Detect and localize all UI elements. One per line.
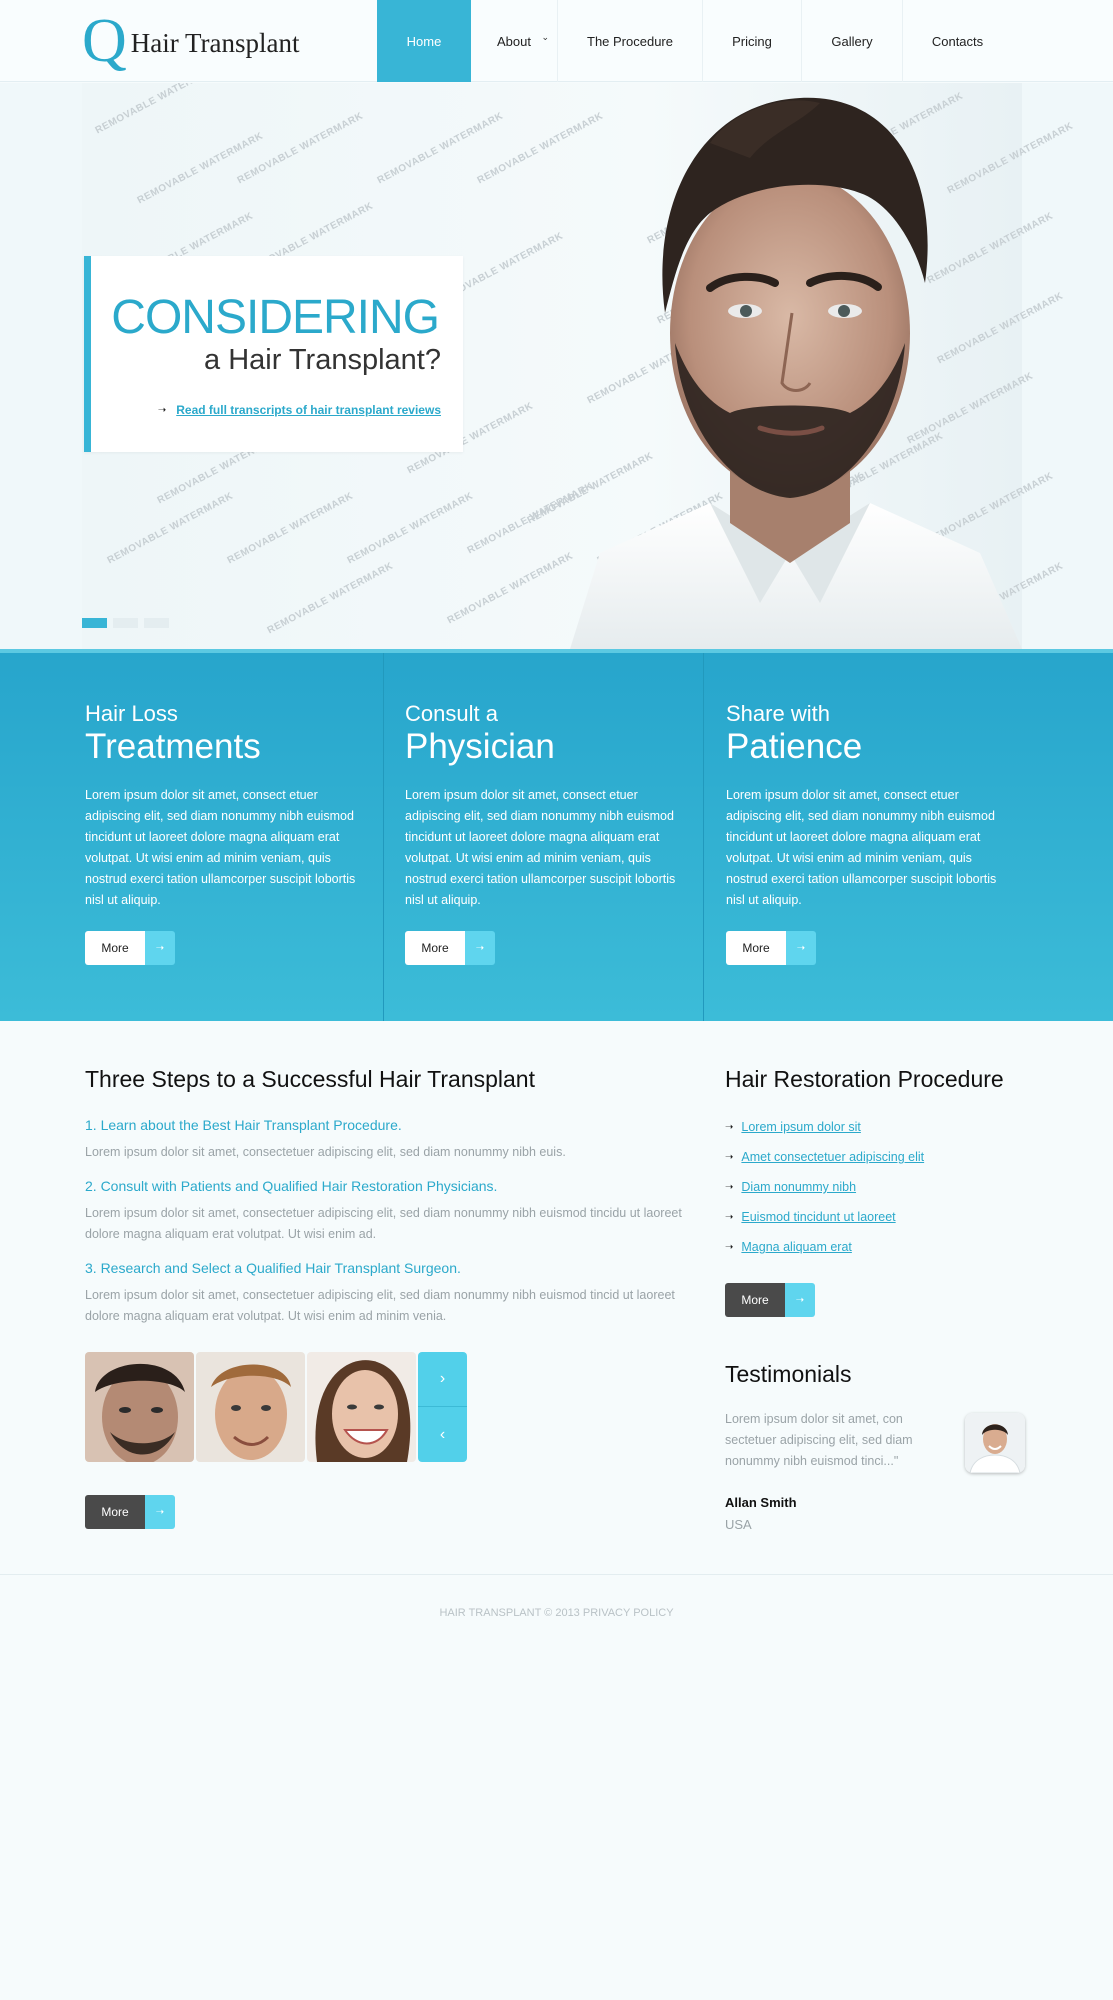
- site-logo[interactable]: Q Hair Transplant: [82, 10, 300, 72]
- nav-home[interactable]: Home: [377, 0, 471, 82]
- nav-procedure-label: The Procedure: [587, 33, 673, 49]
- step-3-text: Lorem ipsum dolor sit amet, consectetuer…: [85, 1288, 675, 1323]
- arrow-right-icon: ➝: [725, 1211, 734, 1223]
- arrow-right-icon: ➝: [725, 1121, 734, 1133]
- hero-caption: CONSIDERING a Hair Transplant? ➝ Read fu…: [84, 256, 463, 452]
- testimonial-quote: Lorem ipsum dolor sit amet, con sectetue…: [725, 1412, 913, 1468]
- list-item: ➝ Diam nonummy nibh: [725, 1172, 924, 1202]
- chevron-right-icon[interactable]: ›: [418, 1352, 467, 1407]
- slider-dot-1[interactable]: [82, 618, 107, 628]
- feature-patience: Share with Patience Lorem ipsum dolor si…: [703, 653, 1023, 1021]
- gallery-thumb-1[interactable]: [85, 1352, 194, 1462]
- button-label: More: [85, 1495, 145, 1529]
- nav-pricing-label: Pricing: [732, 33, 772, 49]
- nav-about-label: About: [497, 33, 531, 49]
- footer-divider: [0, 1574, 1113, 1575]
- list-item: ➝ Lorem ipsum dolor sit: [725, 1112, 924, 1142]
- slider-dot-2[interactable]: [113, 618, 138, 628]
- feature-small-title: Share with: [726, 701, 830, 726]
- arrow-right-icon: ➝: [145, 1495, 175, 1529]
- button-label: More: [726, 931, 786, 965]
- nav-contacts-label: Contacts: [931, 33, 984, 49]
- avatar: [965, 1413, 1025, 1473]
- feature-text: Lorem ipsum dolor sit amet, consect etue…: [405, 788, 676, 907]
- nav-home-label: Home: [406, 33, 442, 49]
- list-item: ➝ Magna aliquam erat: [725, 1232, 924, 1262]
- arrow-right-icon: ➝: [725, 1241, 734, 1253]
- procedure-title: Hair Restoration Procedure: [725, 1066, 1004, 1092]
- feature-text: Lorem ipsum dolor sit amet, consect etue…: [85, 788, 356, 907]
- hero-headline: CONSIDERING: [111, 291, 440, 344]
- procedure-links: ➝ Lorem ipsum dolor sit ➝ Amet consectet…: [725, 1112, 924, 1262]
- site-header: Q Hair Transplant Home About ⌄ The Proce…: [0, 0, 1113, 82]
- hero-portrait-image: [570, 97, 1022, 649]
- arrow-right-icon: ➝: [786, 931, 816, 965]
- hero-link-row: ➝ Read full transcripts of hair transpla…: [158, 403, 441, 417]
- step-1-title: 1. Learn about the Best Hair Transplant …: [85, 1117, 402, 1133]
- nav-procedure[interactable]: The Procedure: [558, 0, 703, 82]
- footer-copyright: HAIR TRANSPLANT © 2013 PRIVACY POLICY: [439, 1607, 674, 1619]
- feature-more-button[interactable]: More ➝: [405, 931, 495, 965]
- slider-pagination: [82, 618, 169, 628]
- steps-more-button[interactable]: More ➝: [85, 1495, 175, 1529]
- feature-big-title: Physician: [405, 727, 555, 766]
- gallery-thumbnails: [85, 1352, 416, 1462]
- procedure-link[interactable]: Magna aliquam erat: [741, 1240, 851, 1254]
- gallery-nav: › ‹: [418, 1352, 467, 1462]
- step-2-text: Lorem ipsum dolor sit amet, consectetuer…: [85, 1206, 682, 1241]
- nav-about[interactable]: About ⌄: [471, 0, 558, 82]
- slider-dot-3[interactable]: [144, 618, 169, 628]
- arrow-right-icon: ➝: [465, 931, 495, 965]
- hero-slider: REMOVABLE WATERMARK REMOVABLE WATERMARK …: [0, 83, 1113, 649]
- gallery-thumb-2[interactable]: [196, 1352, 305, 1462]
- nav-pricing[interactable]: Pricing: [703, 0, 802, 82]
- step-2-title: 2. Consult with Patients and Qualified H…: [85, 1178, 498, 1194]
- step-1-text: Lorem ipsum dolor sit amet, consectetuer…: [85, 1145, 566, 1159]
- arrow-right-icon: ➝: [145, 931, 175, 965]
- procedure-more-button[interactable]: More ➝: [725, 1283, 815, 1317]
- procedure-link[interactable]: Diam nonummy nibh: [741, 1180, 856, 1194]
- gallery-thumb-3[interactable]: [307, 1352, 416, 1462]
- logo-text: Hair Transplant: [130, 27, 300, 58]
- testimonial-location: USA: [725, 1517, 752, 1532]
- logo-mark: Q: [82, 7, 127, 75]
- hero-reviews-link[interactable]: Read full transcripts of hair transplant…: [176, 403, 441, 417]
- procedure-link[interactable]: Euismod tincidunt ut laoreet: [741, 1210, 895, 1224]
- steps-title: Three Steps to a Successful Hair Transpl…: [85, 1066, 535, 1092]
- main-nav: Home About ⌄ The Procedure Pricing Galle…: [377, 0, 1012, 82]
- arrow-right-icon: ➝: [725, 1151, 734, 1163]
- nav-gallery[interactable]: Gallery: [802, 0, 903, 82]
- nav-gallery-label: Gallery: [831, 33, 873, 49]
- chevron-down-icon[interactable]: ⌄: [541, 32, 549, 43]
- arrow-right-icon: ➝: [785, 1283, 815, 1317]
- feature-small-title: Consult a: [405, 701, 498, 726]
- list-item: ➝ Amet consectetuer adipiscing elit: [725, 1142, 924, 1172]
- procedure-link[interactable]: Lorem ipsum dolor sit: [741, 1120, 861, 1134]
- features-band: Hair Loss Treatments Lorem ipsum dolor s…: [0, 649, 1113, 1021]
- chevron-left-icon[interactable]: ‹: [418, 1407, 467, 1462]
- testimonials-title: Testimonials: [725, 1361, 852, 1387]
- feature-text: Lorem ipsum dolor sit amet, consect etue…: [726, 788, 997, 907]
- feature-treatments: Hair Loss Treatments Lorem ipsum dolor s…: [85, 653, 405, 1021]
- step-3-title: 3. Research and Select a Qualified Hair …: [85, 1260, 461, 1276]
- arrow-right-icon: ➝: [725, 1181, 734, 1193]
- button-label: More: [85, 931, 145, 965]
- arrow-right-icon: ➝: [157, 404, 167, 416]
- feature-more-button[interactable]: More ➝: [726, 931, 816, 965]
- feature-physician: Consult a Physician Lorem ipsum dolor si…: [383, 653, 703, 1021]
- hero-subheadline: a Hair Transplant?: [204, 344, 441, 376]
- feature-more-button[interactable]: More ➝: [85, 931, 175, 965]
- nav-contacts[interactable]: Contacts: [903, 0, 1012, 82]
- feature-big-title: Patience: [726, 727, 863, 766]
- button-label: More: [725, 1283, 785, 1317]
- feature-big-title: Treatments: [85, 727, 261, 766]
- feature-small-title: Hair Loss: [85, 701, 178, 726]
- list-item: ➝ Euismod tincidunt ut laoreet: [725, 1202, 924, 1232]
- button-label: More: [405, 931, 465, 965]
- testimonial-author: Allan Smith: [725, 1495, 797, 1510]
- procedure-link[interactable]: Amet consectetuer adipiscing elit: [741, 1150, 924, 1164]
